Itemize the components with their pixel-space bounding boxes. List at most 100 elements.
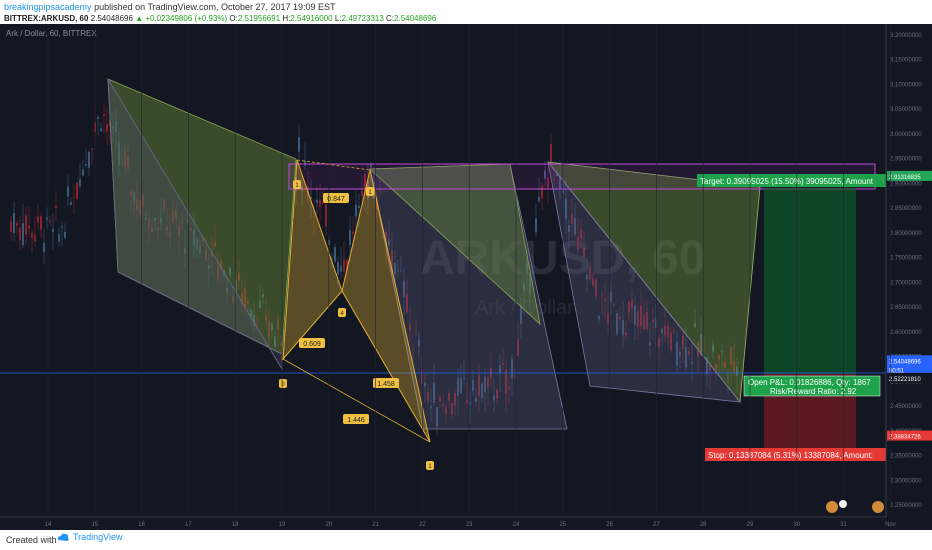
candle-body xyxy=(28,225,30,229)
idea-badge-icon[interactable] xyxy=(839,500,847,508)
x-tick-label: 24 xyxy=(513,522,520,528)
candle-body xyxy=(79,179,81,187)
price-label: 2.38834726 xyxy=(889,435,921,441)
candle-body xyxy=(76,182,78,199)
candle-body xyxy=(34,234,36,242)
x-tick-label: 15 xyxy=(91,522,98,528)
x-tick-label: 30 xyxy=(793,522,800,528)
candle-body xyxy=(61,226,63,228)
x-tick-label: 17 xyxy=(185,522,192,528)
y-tick-label: 2.95000000 xyxy=(890,157,922,163)
candle-body xyxy=(97,116,99,120)
candle-body xyxy=(106,124,108,132)
candle-body xyxy=(64,232,66,238)
low-label: L: xyxy=(334,14,342,23)
stop-label[interactable]: Stop: 0.13387084 (5.31%) 13387084, Amoun… xyxy=(708,451,873,460)
candle-body xyxy=(10,220,12,232)
y-tick-label: 3.15000000 xyxy=(890,58,922,64)
candle-body xyxy=(58,234,60,242)
x-tick-label: 19 xyxy=(279,522,286,528)
x-tick-label: Nov xyxy=(885,522,896,528)
candle-body xyxy=(103,114,105,116)
created-with-text: Created with xyxy=(6,535,57,545)
candle-body xyxy=(70,202,72,205)
idea-icon-2[interactable] xyxy=(872,501,884,513)
candle-body xyxy=(52,228,54,233)
author-link[interactable]: breakingpipsacademy xyxy=(4,2,92,12)
y-tick-label: 2.90000000 xyxy=(890,181,922,187)
low-value: 2.49723313 xyxy=(341,14,384,23)
x-tick-label: 26 xyxy=(606,522,613,528)
candle-body xyxy=(349,230,351,245)
close-value: 2.54048696 xyxy=(394,14,437,23)
ratio-label: 0.609 xyxy=(303,341,321,348)
candle-body xyxy=(316,199,318,204)
y-tick-label: 3.05000000 xyxy=(890,107,922,113)
candle-body xyxy=(85,163,87,166)
candle-body xyxy=(361,190,363,196)
candle-body xyxy=(49,220,51,222)
price-label: 2.52221810 xyxy=(889,377,921,383)
candle-body xyxy=(340,265,342,272)
y-tick-label: 2.35000000 xyxy=(890,454,922,460)
x-tick-label: 22 xyxy=(419,522,426,528)
candle-body xyxy=(25,215,27,235)
candle-body xyxy=(550,143,552,163)
candle-body xyxy=(31,232,33,239)
candle-body xyxy=(325,204,327,227)
candle-body xyxy=(40,216,42,230)
y-tick-label: 2.60000000 xyxy=(890,330,922,336)
brand-label: TradingView xyxy=(73,532,123,542)
y-tick-label: 2.65000000 xyxy=(890,305,922,311)
chart-svg[interactable]: ARKUSD, 60 Ark / Dollar Ark / Dollar, 60… xyxy=(0,24,932,530)
candle-body xyxy=(319,200,321,207)
target-label[interactable]: Target: 0.39095025 (15.50%) 39095025, Am… xyxy=(700,177,874,186)
candle-body xyxy=(100,128,102,132)
open-pl: Open P&L: 0.01826886, Qty: 1867 xyxy=(748,378,871,387)
candle-body xyxy=(55,206,57,209)
y-tick-label: 3.20000000 xyxy=(890,33,922,39)
candle-body xyxy=(19,227,21,241)
target-zone[interactable] xyxy=(764,188,856,374)
high-value: 2.54916000 xyxy=(290,14,333,23)
x-tick-label: 25 xyxy=(559,522,566,528)
candle-body xyxy=(82,169,84,176)
y-tick-label: 3.10000000 xyxy=(890,82,922,88)
published-text: published on TradingView.com, October 27… xyxy=(91,2,336,12)
ratio-label: 0.847 xyxy=(327,196,345,203)
candle-body xyxy=(538,196,540,202)
candle-body xyxy=(37,216,39,223)
candle-body xyxy=(43,242,45,252)
close-label: C: xyxy=(386,14,395,23)
chart-area[interactable]: ARKUSD, 60 Ark / Dollar Ark / Dollar, 60… xyxy=(0,24,932,530)
publish-header: breakingpipsacademy published on Trading… xyxy=(4,2,336,12)
candle-body xyxy=(352,231,354,234)
candle-body xyxy=(337,262,339,275)
x-tick-label: 16 xyxy=(138,522,145,528)
open-value: 2.51956691 xyxy=(237,14,281,23)
x-tick-label: 20 xyxy=(325,522,332,528)
x-tick-label: 14 xyxy=(45,522,52,528)
y-tick-label: 2.30000000 xyxy=(890,478,922,484)
emoji-icons[interactable] xyxy=(826,500,884,513)
x-tick-label: 31 xyxy=(840,522,847,528)
footer: Created with TradingView xyxy=(0,530,932,550)
x-tick-label: 21 xyxy=(372,522,379,528)
idea-icon[interactable] xyxy=(826,501,838,513)
price-label: 2.91316835 xyxy=(889,175,921,181)
candle-body xyxy=(67,186,69,197)
y-tick-label: 2.75000000 xyxy=(890,256,922,262)
chart-title: Ark / Dollar, 60, BITTREX xyxy=(6,29,97,38)
candle-body xyxy=(88,152,90,168)
tradingview-brand[interactable]: TradingView xyxy=(56,532,123,542)
candle-body xyxy=(298,137,300,152)
x-tick-label: 18 xyxy=(232,522,239,528)
candle-body xyxy=(343,259,345,272)
candle-body xyxy=(16,222,18,226)
candle-body xyxy=(22,223,24,246)
x-tick-label: 27 xyxy=(653,522,660,528)
ratio-label: 1.446 xyxy=(347,417,365,424)
candle-body xyxy=(73,196,75,198)
candle-body xyxy=(535,218,537,232)
x-tick-label: 23 xyxy=(466,522,473,528)
